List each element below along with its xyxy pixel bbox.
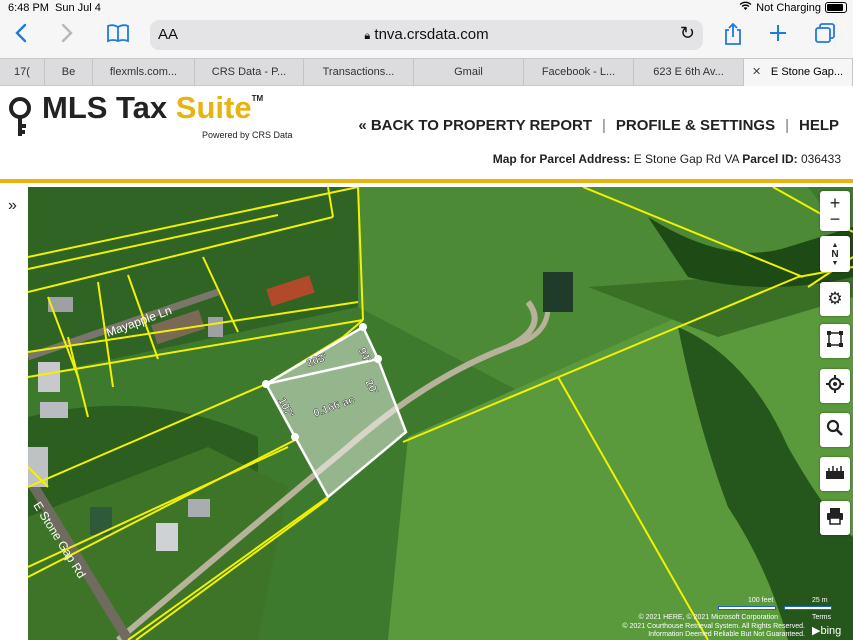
parcel-vertex[interactable] (262, 380, 270, 388)
tab-6[interactable]: Facebook - L... (524, 59, 634, 86)
status-date: Sun Jul 4 (55, 2, 101, 14)
site-nav: « BACK TO PROPERTY REPORT | PROFILE & SE… (348, 117, 839, 134)
address-bar[interactable]: AA 🔒︎ tnva.crsdata.com ↻ (150, 20, 703, 50)
tabs-overview-icon[interactable] (814, 22, 836, 51)
draw-area-button[interactable] (820, 324, 850, 358)
status-right: Not Charging (739, 1, 847, 14)
charging-status: Not Charging (756, 1, 821, 14)
gear-icon: ⚙ (827, 289, 843, 308)
lock-icon: 🔒︎ (364, 30, 371, 42)
house-white-roof (40, 402, 68, 418)
back-to-report-link[interactable]: « BACK TO PROPERTY REPORT (348, 117, 602, 134)
key-logo-icon (8, 96, 32, 145)
url-value: tnva.crsdata.com (374, 26, 489, 43)
scale-meters-label: 25 m (812, 597, 828, 604)
square-select-icon (826, 330, 844, 353)
parcel-vertex[interactable] (374, 355, 382, 363)
measure-button[interactable] (820, 457, 850, 491)
collapsed-sidebar: » (0, 187, 28, 640)
house-white-roof (28, 447, 48, 487)
ruler-icon (825, 464, 845, 485)
print-button[interactable] (820, 501, 850, 535)
aerial-map[interactable]: 203' 94' 20' 107' 0.166 ac Mayapple Ln E… (28, 187, 853, 640)
tab-0[interactable]: 17( (0, 59, 45, 86)
status-bar: 6:48 PM Sun Jul 4 Not Charging (0, 0, 853, 16)
compass-down-icon: ▼ (831, 259, 839, 267)
wifi-icon (739, 1, 752, 14)
attribution-courthouse: © 2021 Courthouse Retrieval System. All … (622, 623, 805, 630)
site-header: MLS Tax SuiteTM Powered by CRS Data « BA… (0, 86, 853, 181)
locate-button[interactable] (820, 369, 850, 403)
tab-2[interactable]: flexmls.com... (93, 59, 195, 86)
bookmarks-icon[interactable] (106, 22, 130, 51)
compass-up-icon: ▲ (831, 241, 839, 249)
forward-arrow-icon[interactable] (60, 22, 74, 51)
house-white-roof (38, 362, 60, 392)
search-button[interactable] (820, 413, 850, 447)
house-dark-roof (543, 272, 573, 312)
attribution-here: © 2021 HERE, © 2021 Microsoft Corporatio… (638, 614, 779, 621)
battery-icon (825, 2, 847, 13)
url-text: 🔒︎ tnva.crsdata.com (150, 26, 703, 43)
tab-5[interactable]: Gmail (414, 59, 524, 86)
compass-control[interactable]: ▲ N ▼ (820, 236, 850, 272)
shed (208, 317, 223, 337)
tab-1[interactable]: Be (45, 59, 93, 86)
help-link[interactable]: HELP (789, 117, 839, 134)
zoom-controls: + − (820, 191, 850, 231)
parcel-vertex[interactable] (359, 323, 367, 331)
reload-icon[interactable]: ↻ (680, 23, 695, 44)
terms-link[interactable]: Terms (812, 614, 831, 621)
bing-logo: ▶bing (812, 625, 842, 637)
search-icon (826, 419, 844, 442)
tab-7[interactable]: 623 E 6th Av... (634, 59, 744, 86)
shed (188, 499, 210, 517)
settings-button[interactable]: ⚙ (820, 282, 850, 316)
tab-4[interactable]: Transactions... (304, 59, 414, 86)
browser-toolbar: AA 🔒︎ tnva.crsdata.com ↻ (0, 16, 853, 58)
parcel-map[interactable]: 203' 94' 20' 107' 0.166 ac Mayapple Ln E… (28, 187, 853, 640)
crosshair-icon (826, 374, 844, 398)
expand-sidebar-icon[interactable]: » (8, 197, 17, 215)
header-divider (0, 179, 853, 183)
scale-bar-meters (784, 606, 832, 610)
close-tab-icon[interactable]: ✕ (752, 59, 761, 86)
house-white-roof (156, 523, 178, 551)
parcel-address: E Stone Gap Rd VA (633, 152, 739, 166)
tab-active[interactable]: ✕ E Stone Gap... (744, 59, 853, 86)
logo-subtitle: Powered by CRS Data (202, 130, 293, 140)
status-time: 6:48 PM (8, 2, 49, 14)
parcel-id: 036433 (800, 152, 841, 166)
scale-feet-label: 100 feet (748, 597, 774, 604)
parcel-info: Map for Parcel Address: E Stone Gap Rd V… (492, 152, 841, 166)
logo-title[interactable]: MLS Tax SuiteTM (42, 90, 263, 126)
tab-3[interactable]: CRS Data - P... (195, 59, 304, 86)
share-icon[interactable] (722, 22, 744, 53)
scale-bar-feet (718, 606, 776, 610)
tab-bar: 17( Be flexmls.com... CRS Data - P... Tr… (0, 58, 853, 86)
printer-icon (826, 507, 844, 530)
north-label: N (831, 248, 839, 260)
screen: 6:48 PM Sun Jul 4 Not Charging AA 🔒︎ tnv… (0, 0, 853, 640)
profile-settings-link[interactable]: PROFILE & SETTINGS (606, 117, 785, 134)
new-tab-icon[interactable] (768, 22, 788, 50)
attribution-disclaimer: Information Deemed Reliable But Not Guar… (648, 631, 805, 638)
parcel-vertex[interactable] (291, 433, 299, 441)
zoom-out-button[interactable]: − (830, 210, 841, 228)
back-arrow-icon[interactable] (14, 22, 28, 51)
